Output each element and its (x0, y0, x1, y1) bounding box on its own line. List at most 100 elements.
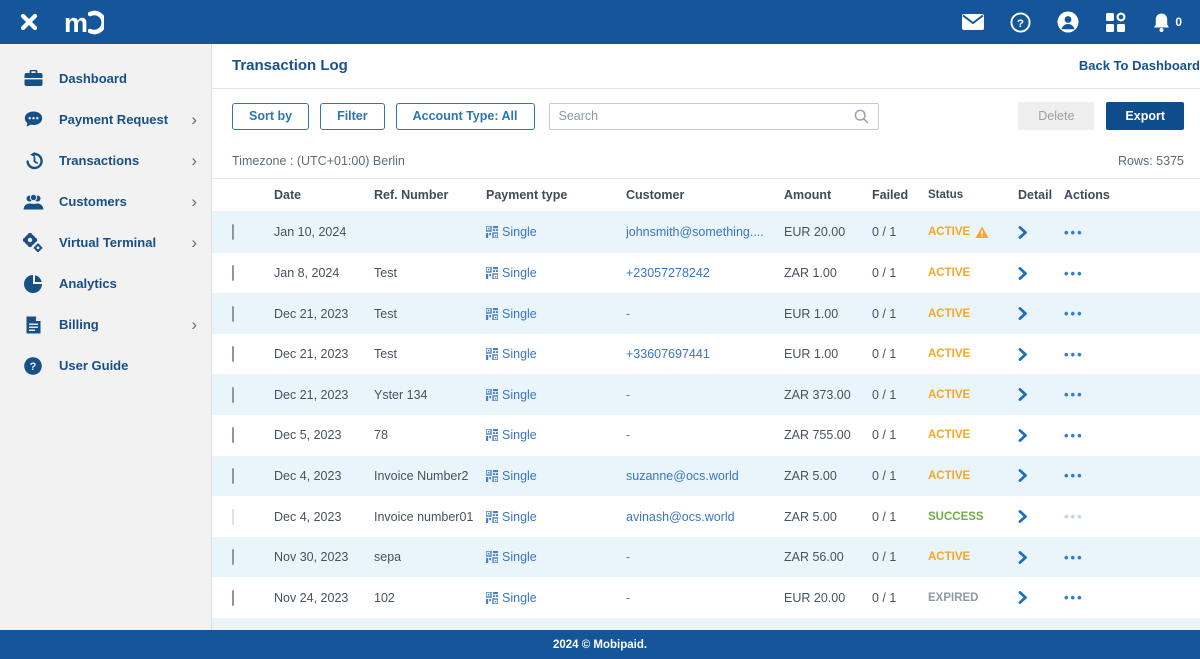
row-checkbox[interactable] (232, 305, 234, 322)
back-to-dashboard-link[interactable]: Back To Dashboard (1079, 58, 1200, 73)
row-checkbox[interactable] (232, 346, 234, 363)
apps-grid-icon[interactable] (1105, 11, 1126, 33)
sidebar-item-analytics[interactable]: Analytics (0, 263, 211, 304)
actions-menu-icon[interactable]: ••• (1064, 266, 1084, 281)
row-checkbox[interactable] (232, 265, 234, 281)
actions-menu-icon[interactable]: ••• (1064, 550, 1084, 565)
detail-chevron-icon[interactable] (1018, 591, 1028, 605)
detail-chevron-icon[interactable] (1018, 550, 1028, 564)
row-checkbox[interactable] (232, 589, 234, 606)
account-type-button[interactable]: Account Type: All (395, 102, 535, 130)
row-checkbox[interactable] (232, 508, 234, 525)
chat-bubble-icon (22, 111, 44, 128)
help-icon[interactable]: ? (1010, 11, 1031, 33)
sidebar-item-user-guide[interactable]: ? User Guide (0, 345, 211, 386)
cell-amount: ZAR 5.00 (784, 468, 837, 483)
close-menu-icon[interactable] (14, 7, 44, 37)
sidebar-item-payment-request[interactable]: Payment Request › (0, 99, 211, 140)
payment-type-link[interactable]: Single (502, 591, 537, 605)
notification-count: 0 (1175, 15, 1182, 29)
table-row: Nov 30, 2023 sepa Single - ZAR 56.00 0 /… (212, 536, 1200, 578)
sidebar-item-billing[interactable]: Billing › (0, 304, 211, 345)
cell-amount: ZAR 373.00 (784, 387, 851, 402)
sort-by-button[interactable]: Sort by (232, 102, 310, 130)
sidebar-item-transactions[interactable]: Transactions › (0, 140, 211, 181)
actions-menu-icon[interactable]: ••• (1064, 347, 1084, 362)
detail-chevron-icon[interactable] (1018, 510, 1028, 523)
filter-button[interactable]: Filter (320, 102, 385, 130)
detail-chevron-icon[interactable] (1018, 388, 1028, 402)
detail-chevron-icon[interactable] (1018, 307, 1028, 320)
customer-link[interactable]: +33607697441 (626, 347, 710, 361)
row-checkbox[interactable] (232, 386, 234, 403)
qr-code-icon (486, 388, 498, 401)
search-input[interactable] (558, 109, 854, 124)
actions-menu-icon[interactable]: ••• (1064, 225, 1084, 240)
col-failed[interactable]: Failed (872, 188, 928, 202)
sidebar-item-customers[interactable]: Customers › (0, 181, 211, 222)
gears-icon (22, 233, 44, 252)
table-row: Jan 8, 2024 Test Single +23057278242 ZAR… (212, 253, 1200, 294)
actions-menu-icon[interactable]: ••• (1064, 387, 1084, 402)
qr-code-icon (486, 348, 498, 361)
notifications-bell-icon[interactable]: 0 (1152, 12, 1182, 33)
actions-menu-icon[interactable]: ••• (1064, 306, 1084, 321)
payment-type-link[interactable]: Single (502, 428, 537, 442)
detail-chevron-icon[interactable] (1018, 428, 1028, 442)
cell-date: Nov 30, 2023 (274, 550, 349, 565)
payment-type-link[interactable]: Single (502, 550, 537, 564)
cell-date: Nov 24, 2023 (274, 590, 349, 605)
col-amount[interactable]: Amount (784, 188, 872, 202)
cell-payment-type: Single (486, 591, 626, 605)
col-ref-number[interactable]: Ref. Number (374, 188, 486, 202)
export-button[interactable]: Export (1106, 102, 1184, 131)
cell-payment-type: Single (486, 307, 626, 321)
row-checkbox[interactable] (232, 224, 234, 241)
cell-date: Dec 21, 2023 (274, 347, 349, 362)
sidebar-item-virtual-terminal[interactable]: Virtual Terminal › (0, 222, 211, 263)
col-status[interactable]: Status (928, 189, 1010, 201)
payment-type-link[interactable]: Single (502, 266, 537, 280)
customer-link[interactable]: suzanne@ocs.world (626, 469, 739, 483)
actions-menu-icon[interactable]: ••• (1064, 509, 1084, 524)
col-date[interactable]: Date (274, 188, 374, 202)
detail-chevron-icon[interactable] (1018, 266, 1028, 280)
cell-amount: EUR 1.00 (784, 347, 839, 362)
search-icon[interactable] (854, 109, 869, 124)
cell-amount: ZAR 755.00 (784, 428, 851, 443)
chevron-right-icon: › (191, 151, 197, 170)
status-label: ACTIVE (928, 348, 971, 361)
customer-link[interactable]: johnsmith@something.... (626, 225, 764, 239)
qr-code-icon (486, 510, 498, 523)
cell-ref-number: 78 (374, 428, 388, 443)
payment-type-link[interactable]: Single (502, 469, 537, 483)
account-icon[interactable] (1057, 11, 1079, 33)
col-customer[interactable]: Customer (626, 188, 784, 202)
mail-icon[interactable] (962, 14, 985, 30)
customer-link[interactable]: +23057278242 (626, 266, 710, 280)
detail-chevron-icon[interactable] (1018, 226, 1028, 239)
row-checkbox[interactable] (232, 467, 234, 484)
customer-link[interactable]: avinash@ocs.world (626, 510, 735, 524)
row-checkbox[interactable] (232, 549, 234, 566)
actions-menu-icon[interactable]: ••• (1064, 590, 1084, 605)
customer-link: - (626, 550, 631, 565)
payment-type-link[interactable]: Single (502, 388, 537, 402)
actions-menu-icon[interactable]: ••• (1064, 468, 1084, 483)
sidebar-item-dashboard[interactable]: Dashboard (0, 58, 211, 99)
actions-menu-icon[interactable]: ••• (1064, 428, 1084, 443)
detail-chevron-icon[interactable] (1018, 347, 1028, 361)
logo-m: m (64, 7, 88, 38)
delete-button[interactable]: Delete (1018, 102, 1095, 131)
qr-code-icon (486, 429, 498, 442)
row-checkbox[interactable] (232, 427, 234, 444)
payment-type-link[interactable]: Single (502, 347, 537, 361)
detail-chevron-icon[interactable] (1018, 469, 1028, 483)
col-payment-type[interactable]: Payment type (486, 188, 626, 202)
qr-code-icon (486, 307, 498, 320)
mobipaid-logo[interactable]: m (64, 7, 105, 38)
cell-date: Dec 21, 2023 (274, 306, 349, 321)
payment-type-link[interactable]: Single (502, 307, 537, 321)
payment-type-link[interactable]: Single (502, 510, 537, 524)
payment-type-link[interactable]: Single (502, 225, 537, 239)
